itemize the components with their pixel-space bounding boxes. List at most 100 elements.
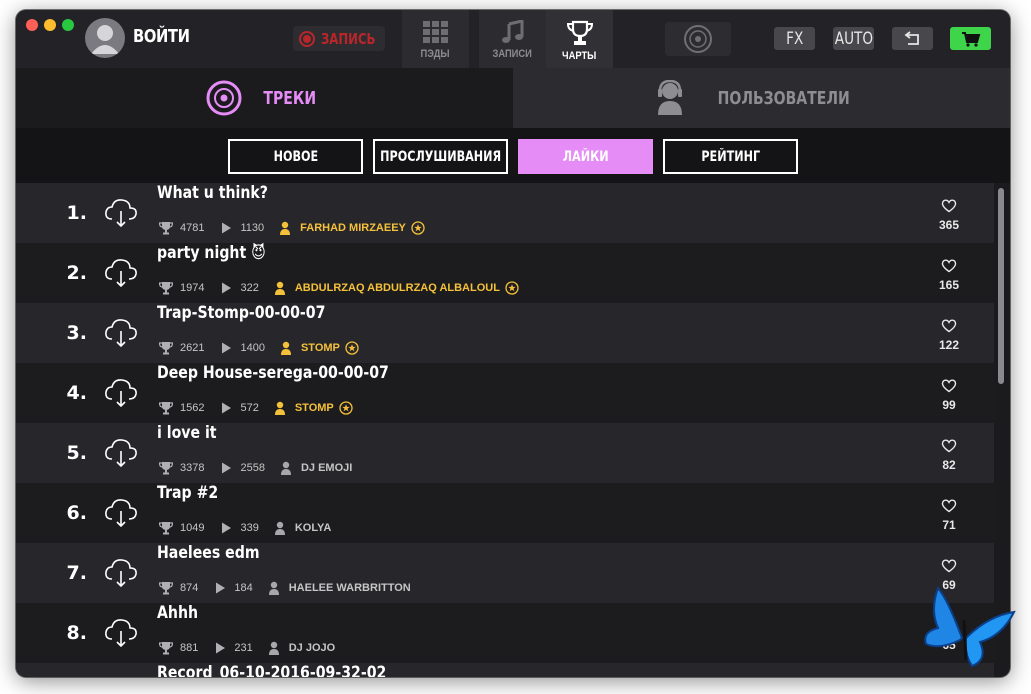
track-title[interactable]: Haelees edm <box>157 543 260 563</box>
user-icon <box>274 521 288 535</box>
close-window-button[interactable] <box>26 19 38 31</box>
cloud-download-icon[interactable] <box>104 617 138 649</box>
trophy-icon <box>158 521 174 535</box>
filter-rating-label: РЕЙТИНГ <box>701 148 760 165</box>
filter-rating-button[interactable]: РЕЙТИНГ <box>663 139 798 174</box>
user-icon <box>280 341 294 355</box>
auto-label: AUTO <box>834 28 873 49</box>
track-author[interactable]: DJ JOJO <box>268 641 335 655</box>
track-rating: 4781 <box>180 222 205 234</box>
trophy-icon <box>566 20 593 45</box>
track-rank: 5. <box>66 442 87 464</box>
cloud-download-icon[interactable] <box>104 197 138 229</box>
track-author-name: STOMP <box>294 402 334 414</box>
user-avatar-icon[interactable] <box>85 18 125 58</box>
minimize-window-button[interactable] <box>44 19 56 31</box>
track-row[interactable]: 7. Haelees edm 874 184 HAELEE WARBRITTON 69 <box>16 543 994 603</box>
track-meta: 1974 322 ABDULRZAQ ABDULRZAQ ALBALOUL <box>158 281 519 295</box>
filter-new-button[interactable]: НОВОЕ <box>228 139 363 174</box>
tab-tracks[interactable]: ТРЕКИ <box>16 68 513 128</box>
nav-tab-pads-label: ПЭДЫ <box>421 48 450 60</box>
track-plays: 572 <box>240 402 259 414</box>
track-title[interactable]: Ahhh <box>157 603 198 623</box>
cloud-download-icon[interactable] <box>104 497 138 529</box>
track-meta: 2621 1400 STOMP <box>158 341 359 355</box>
cloud-download-icon[interactable] <box>104 437 138 469</box>
heart-icon <box>934 559 964 578</box>
track-row[interactable]: 9.Record_06-10-2016-09-32-02 <box>16 663 994 677</box>
track-row[interactable]: 3. Trap-Stomp-00-00-07 2621 1400 STOMP 122 <box>16 303 994 363</box>
track-author-name: ABDULRZAQ ABDULRZAQ ALBALOUL <box>294 282 500 294</box>
track-row[interactable]: 4. Deep House-serega-00-00-07 1562 572 STOMP… <box>16 363 994 423</box>
like-count: 365 <box>938 218 960 232</box>
track-rating: 881 <box>180 642 199 654</box>
like-count: 82 <box>942 458 956 472</box>
butterfly-icon <box>924 586 1016 668</box>
undo-button[interactable] <box>892 27 933 50</box>
like-button[interactable]: 165 <box>934 259 964 292</box>
play-icon <box>213 641 227 655</box>
track-author[interactable]: ABDULRZAQ ABDULRZAQ ALBALOUL <box>274 281 519 295</box>
track-author[interactable]: HAELEE WARBRITTON <box>268 581 411 595</box>
track-title[interactable]: party night 😈 <box>157 243 266 263</box>
track-title[interactable]: Deep House-serega-00-00-07 <box>157 363 389 383</box>
grid-icon <box>422 21 448 43</box>
track-row[interactable]: 2. party night 😈 1974 322 ABDULRZAQ ABDULRZA… <box>16 243 994 303</box>
track-row[interactable]: 5. i love it 3378 2558 DJ EMOJI 82 <box>16 423 994 483</box>
nav-tab-records[interactable]: ЗАПИСИ <box>479 10 546 68</box>
cloud-download-icon[interactable] <box>104 377 138 409</box>
track-row[interactable]: 1. What u think? 4781 1130 FARHAD MIRZAEEY 36… <box>16 183 994 243</box>
login-button[interactable]: ВОЙТИ <box>133 26 190 47</box>
like-count: 99 <box>942 398 956 412</box>
maximize-window-button[interactable] <box>62 19 74 31</box>
record-icon <box>299 30 315 47</box>
track-plays: 339 <box>240 522 259 534</box>
tab-users[interactable]: ПОЛЬЗОВАТЕЛИ <box>513 68 1010 128</box>
track-author[interactable]: DJ EMOJI <box>280 461 352 475</box>
filter-plays-button[interactable]: ПРОСЛУШИВАНИЯ <box>373 139 508 174</box>
filter-likes-button[interactable]: ЛАЙКИ <box>518 139 653 174</box>
track-author[interactable]: KOLYA <box>274 521 331 535</box>
like-button[interactable]: 365 <box>934 199 964 232</box>
track-author[interactable]: STOMP <box>274 401 353 415</box>
like-count: 71 <box>942 518 956 532</box>
fx-button[interactable]: FX <box>774 27 815 50</box>
track-title[interactable]: What u think? <box>157 183 268 203</box>
track-list[interactable]: 1. What u think? 4781 1130 FARHAD MIRZAEEY 36… <box>16 183 994 677</box>
scrollbar[interactable] <box>998 188 1004 384</box>
filter-new-label: НОВОЕ <box>273 148 318 165</box>
track-rank: 3. <box>66 322 87 344</box>
track-plays: 2558 <box>240 462 265 474</box>
like-button[interactable]: 122 <box>934 319 964 352</box>
play-icon <box>219 341 233 355</box>
heart-icon <box>934 499 964 518</box>
like-button[interactable]: 71 <box>934 499 964 532</box>
cart-button[interactable] <box>950 27 991 50</box>
like-button[interactable]: 99 <box>934 379 964 412</box>
track-title[interactable]: Trap #2 <box>157 483 218 503</box>
track-row[interactable]: 6. Trap #2 1049 339 KOLYA 71 <box>16 483 994 543</box>
like-button[interactable]: 82 <box>934 439 964 472</box>
trophy-icon <box>158 281 174 295</box>
track-row[interactable]: 8.Ahhh881231DJ JOJO65 <box>16 603 994 663</box>
like-count: 122 <box>938 338 960 352</box>
track-rating: 3378 <box>180 462 205 474</box>
user-icon <box>274 281 288 295</box>
premium-star-icon <box>345 341 359 355</box>
nav-tab-pads[interactable]: ПЭДЫ <box>402 10 469 68</box>
track-author[interactable]: FARHAD MIRZAEEY <box>279 221 425 235</box>
track-author[interactable]: STOMP <box>280 341 359 355</box>
cloud-download-icon[interactable] <box>104 317 138 349</box>
cloud-download-icon[interactable] <box>104 257 138 289</box>
play-icon <box>213 581 227 595</box>
track-author-name: STOMP <box>300 342 340 354</box>
auto-button[interactable]: AUTO <box>833 27 874 50</box>
nav-tab-charts[interactable]: ЧАРТЫ <box>546 10 613 68</box>
cloud-download-icon[interactable] <box>104 557 138 589</box>
record-button[interactable]: ЗАПИСЬ <box>293 26 385 51</box>
track-title[interactable]: i love it <box>157 423 217 443</box>
track-title[interactable]: Record_06-10-2016-09-32-02 <box>157 663 386 677</box>
track-title[interactable]: Trap-Stomp-00-00-07 <box>157 303 325 323</box>
disc-button[interactable] <box>665 22 731 56</box>
track-rating: 2621 <box>180 342 205 354</box>
